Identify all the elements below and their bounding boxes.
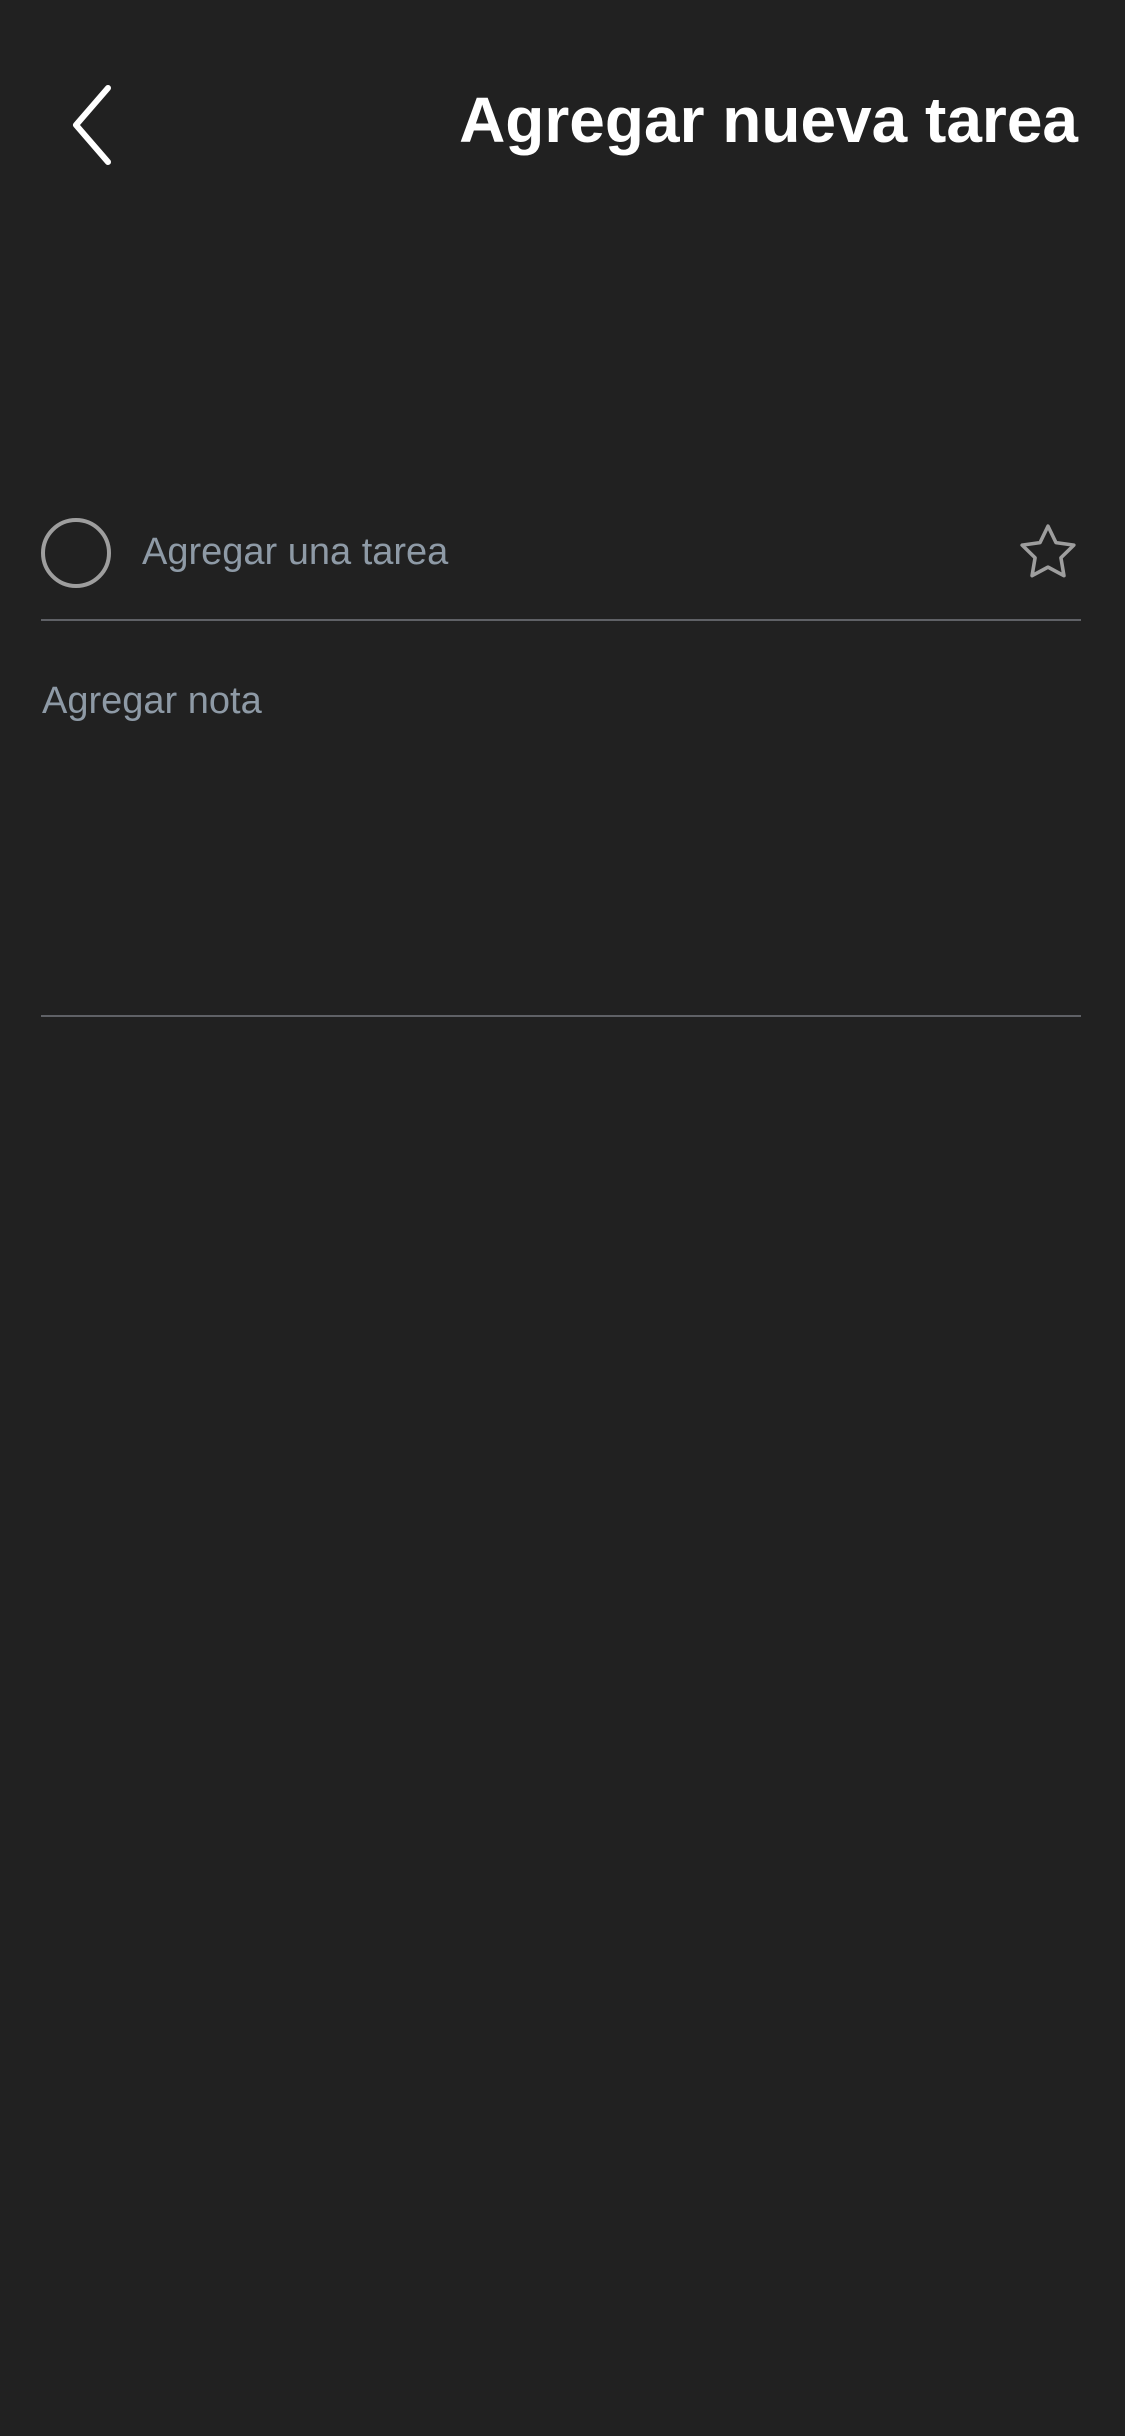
back-button[interactable] bbox=[50, 70, 130, 180]
note-divider bbox=[41, 1015, 1081, 1017]
chevron-left-icon bbox=[73, 85, 111, 165]
note-input[interactable] bbox=[42, 670, 1080, 1000]
star-button[interactable] bbox=[1015, 519, 1081, 585]
complete-task-toggle[interactable] bbox=[41, 518, 111, 588]
task-row bbox=[41, 505, 1081, 620]
task-title-input[interactable] bbox=[142, 517, 992, 587]
page-title: Agregar nueva tarea bbox=[459, 84, 1078, 156]
task-divider bbox=[41, 619, 1081, 621]
star-outline-icon bbox=[1020, 524, 1076, 578]
